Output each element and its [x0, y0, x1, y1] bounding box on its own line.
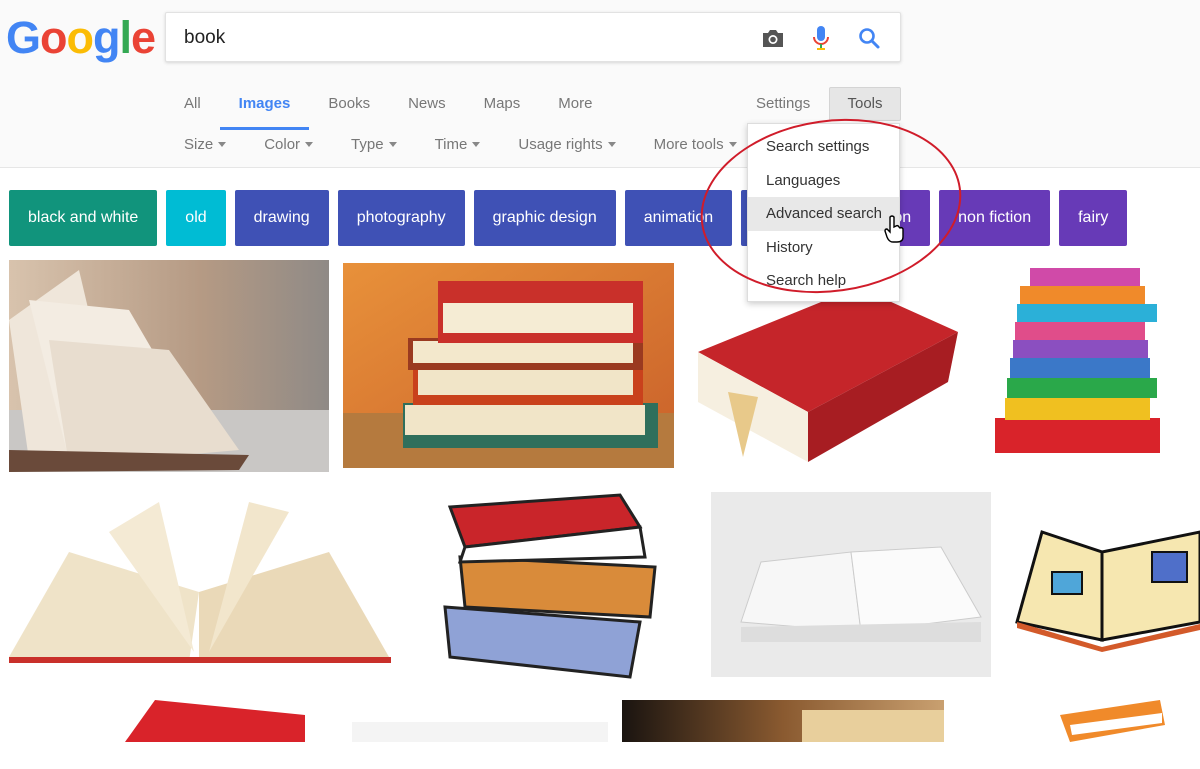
image-result[interactable]	[1050, 695, 1170, 742]
related-search-chips: black and white old drawing photography …	[9, 190, 1136, 246]
caret-down-icon	[472, 142, 481, 147]
filter-type[interactable]: Type	[351, 136, 397, 153]
chip-old[interactable]: old	[166, 190, 226, 246]
tab-books[interactable]: Books	[328, 94, 370, 130]
menu-item-advanced-search[interactable]: Advanced search	[748, 197, 899, 231]
chip-photography[interactable]: photography	[337, 190, 465, 246]
tools-dropdown-menu: Search settings Languages Advanced searc…	[747, 123, 900, 302]
tab-all[interactable]: All	[184, 94, 201, 130]
logo-letter: o	[66, 12, 94, 63]
filter-label: Size	[184, 136, 214, 153]
tab-maps[interactable]: Maps	[484, 94, 521, 130]
filter-color[interactable]: Color	[264, 136, 314, 153]
tools-button[interactable]: Tools	[829, 87, 901, 121]
image-result[interactable]	[125, 700, 305, 742]
chip-black-and-white[interactable]: black and white	[9, 190, 158, 246]
image-result[interactable]	[985, 258, 1200, 463]
filter-label: Usage rights	[518, 136, 603, 153]
filter-label: Time	[434, 136, 468, 153]
logo-letter: o	[40, 12, 67, 63]
tab-more[interactable]: More	[558, 94, 592, 130]
image-result[interactable]	[343, 263, 674, 468]
image-result[interactable]	[622, 700, 944, 742]
menu-item-search-help[interactable]: Search help	[748, 264, 899, 298]
caret-down-icon	[607, 142, 616, 147]
filter-bar: Size Color Type Time Usage rights More t…	[184, 136, 775, 153]
image-result[interactable]	[9, 492, 391, 672]
search-icons	[760, 24, 882, 52]
caret-down-icon	[305, 142, 314, 147]
filter-label: More tools	[653, 136, 724, 153]
search-type-tabs: All Images Books News Maps More	[184, 94, 630, 130]
logo-letter: e	[131, 12, 156, 63]
chip-fairy[interactable]: fairy	[1059, 190, 1128, 246]
google-logo[interactable]: Google	[6, 12, 156, 64]
search-input[interactable]	[184, 25, 744, 51]
image-result[interactable]	[9, 260, 329, 472]
chip-graphic-design[interactable]: graphic design	[473, 190, 616, 246]
tab-images[interactable]: Images	[219, 94, 309, 130]
page-bottom	[0, 742, 1200, 769]
filter-size[interactable]: Size	[184, 136, 227, 153]
filter-more-tools[interactable]: More tools	[654, 136, 737, 153]
hand-pointer-icon	[884, 215, 906, 248]
caret-down-icon	[388, 142, 397, 147]
menu-item-languages[interactable]: Languages	[748, 164, 899, 198]
caret-down-icon	[218, 142, 227, 147]
chip-drawing[interactable]: drawing	[234, 190, 329, 246]
image-result[interactable]	[1012, 512, 1200, 652]
filter-label: Color	[264, 136, 301, 153]
filter-usage-rights[interactable]: Usage rights	[518, 136, 616, 153]
menu-item-search-settings[interactable]: Search settings	[748, 130, 899, 164]
menu-item-history[interactable]: History	[748, 231, 899, 265]
logo-letter: G	[6, 12, 41, 63]
header: Google All Images Books News Maps More S…	[0, 0, 1200, 168]
camera-icon[interactable]	[760, 24, 786, 52]
search-icon[interactable]	[856, 24, 882, 52]
filter-label: Type	[351, 136, 384, 153]
caret-down-icon	[728, 142, 737, 147]
logo-letter: l	[119, 12, 132, 63]
image-result[interactable]	[352, 722, 608, 742]
image-result[interactable]	[711, 492, 991, 677]
microphone-icon[interactable]	[808, 24, 834, 52]
chip-animation[interactable]: animation	[624, 190, 733, 246]
image-result[interactable]	[440, 487, 662, 682]
image-result[interactable]	[688, 272, 964, 472]
logo-letter: g	[93, 12, 120, 63]
tab-news[interactable]: News	[408, 94, 446, 130]
chip-non-fiction[interactable]: non fiction	[939, 190, 1051, 246]
filter-time[interactable]: Time	[435, 136, 481, 153]
search-box	[165, 12, 901, 62]
settings-link[interactable]: Settings	[756, 95, 810, 112]
